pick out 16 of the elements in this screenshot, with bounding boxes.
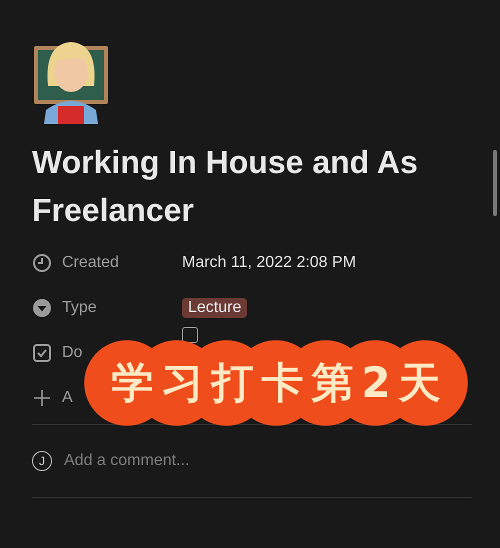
type-tag[interactable]: Lecture: [182, 298, 248, 318]
sticker-label: 学习打卡第2天: [84, 340, 468, 426]
dropdown-icon: [32, 298, 52, 318]
property-label: Created: [62, 254, 119, 270]
checkbox[interactable]: [182, 327, 198, 343]
property-label: Type: [62, 300, 97, 316]
checkbox-icon: [32, 342, 52, 362]
property-label: Do: [62, 344, 82, 360]
plus-icon: [32, 388, 52, 408]
property-value: March 11, 2022 2:08 PM: [182, 254, 356, 272]
avatar-icon: J: [32, 451, 52, 471]
scrollbar[interactable]: [493, 150, 497, 216]
page-title: Working In House and As Freelancer: [32, 143, 419, 230]
clock-icon: [32, 252, 52, 272]
comment-field[interactable]: Add a comment...: [64, 452, 190, 470]
add-property-button[interactable]: A: [62, 390, 73, 406]
